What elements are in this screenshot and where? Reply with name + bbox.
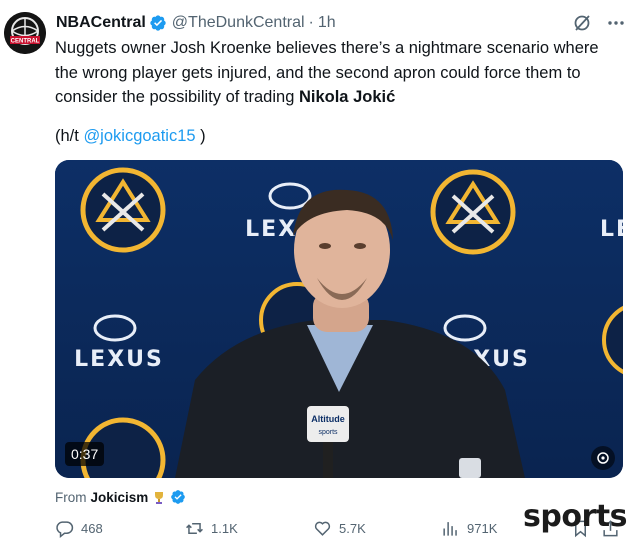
video-attribution: From Jokicism [55,487,191,507]
views-chart-icon [443,522,457,536]
lexus-backdrop-text: LEXUS [600,217,623,242]
hat-tip-suffix: ) [195,127,206,145]
trophy-emoji-icon [152,490,166,504]
reply-button[interactable]: 468 [55,519,103,538]
svg-text:CENTRAL: CENTRAL [11,39,40,45]
attribution-source-link[interactable]: Jokicism [91,490,149,505]
repost-icon [186,522,203,535]
header-actions [572,13,626,33]
repost-count: 1.1K [211,521,238,536]
reply-count: 468 [81,521,103,536]
microphone-label-top: Altitude [311,414,345,424]
video-settings-icon[interactable] [591,446,615,470]
nuggets-logo [430,169,516,255]
grok-icon[interactable] [572,13,592,33]
sports-watermark: sports [523,499,627,534]
like-button[interactable]: 5.7K [313,519,366,538]
water-bottle [459,458,481,478]
repost-button[interactable]: 1.1K [185,519,238,538]
heart-icon [314,521,331,536]
microphone-label-bottom: sports [318,429,338,436]
lexus-backdrop-text: LEXUS [74,347,164,372]
tweet-bold-name: Nikola Jokić [298,88,396,106]
tweet-text: Nuggets owner Josh Kroenke believes ther… [55,36,625,110]
video-player[interactable]: LEXUS LEXUS LEXUS LEXUS Altitude sports [55,160,623,478]
separator-dot: · [308,14,314,31]
tweet-header: NBACentral @TheDunkCentral · 1h [56,12,626,34]
tweet-timestamp[interactable]: 1h [318,13,336,33]
reply-icon [56,521,74,538]
hat-tip-line: (h/t @jokicgoatic15 ) [55,125,206,147]
author-avatar[interactable]: CENTRAL [4,12,46,54]
more-options-icon[interactable] [606,13,626,33]
views-button[interactable]: 971K [441,519,497,538]
verified-badge-icon [170,489,186,505]
verified-badge-icon [149,14,167,32]
like-count: 5.7K [339,521,366,536]
mention-link[interactable]: @jokicgoatic15 [83,127,195,145]
hat-tip-prefix: (h/t [55,127,84,145]
author-display-name[interactable]: NBACentral [56,13,146,33]
attribution-prefix: From [55,489,87,505]
view-count: 971K [467,521,498,536]
nuggets-logo [80,167,166,253]
author-handle[interactable]: @TheDunkCentral [172,13,305,33]
video-frame: LEXUS LEXUS LEXUS LEXUS Altitude sports [55,160,623,478]
video-timestamp: 0:37 [65,442,105,466]
